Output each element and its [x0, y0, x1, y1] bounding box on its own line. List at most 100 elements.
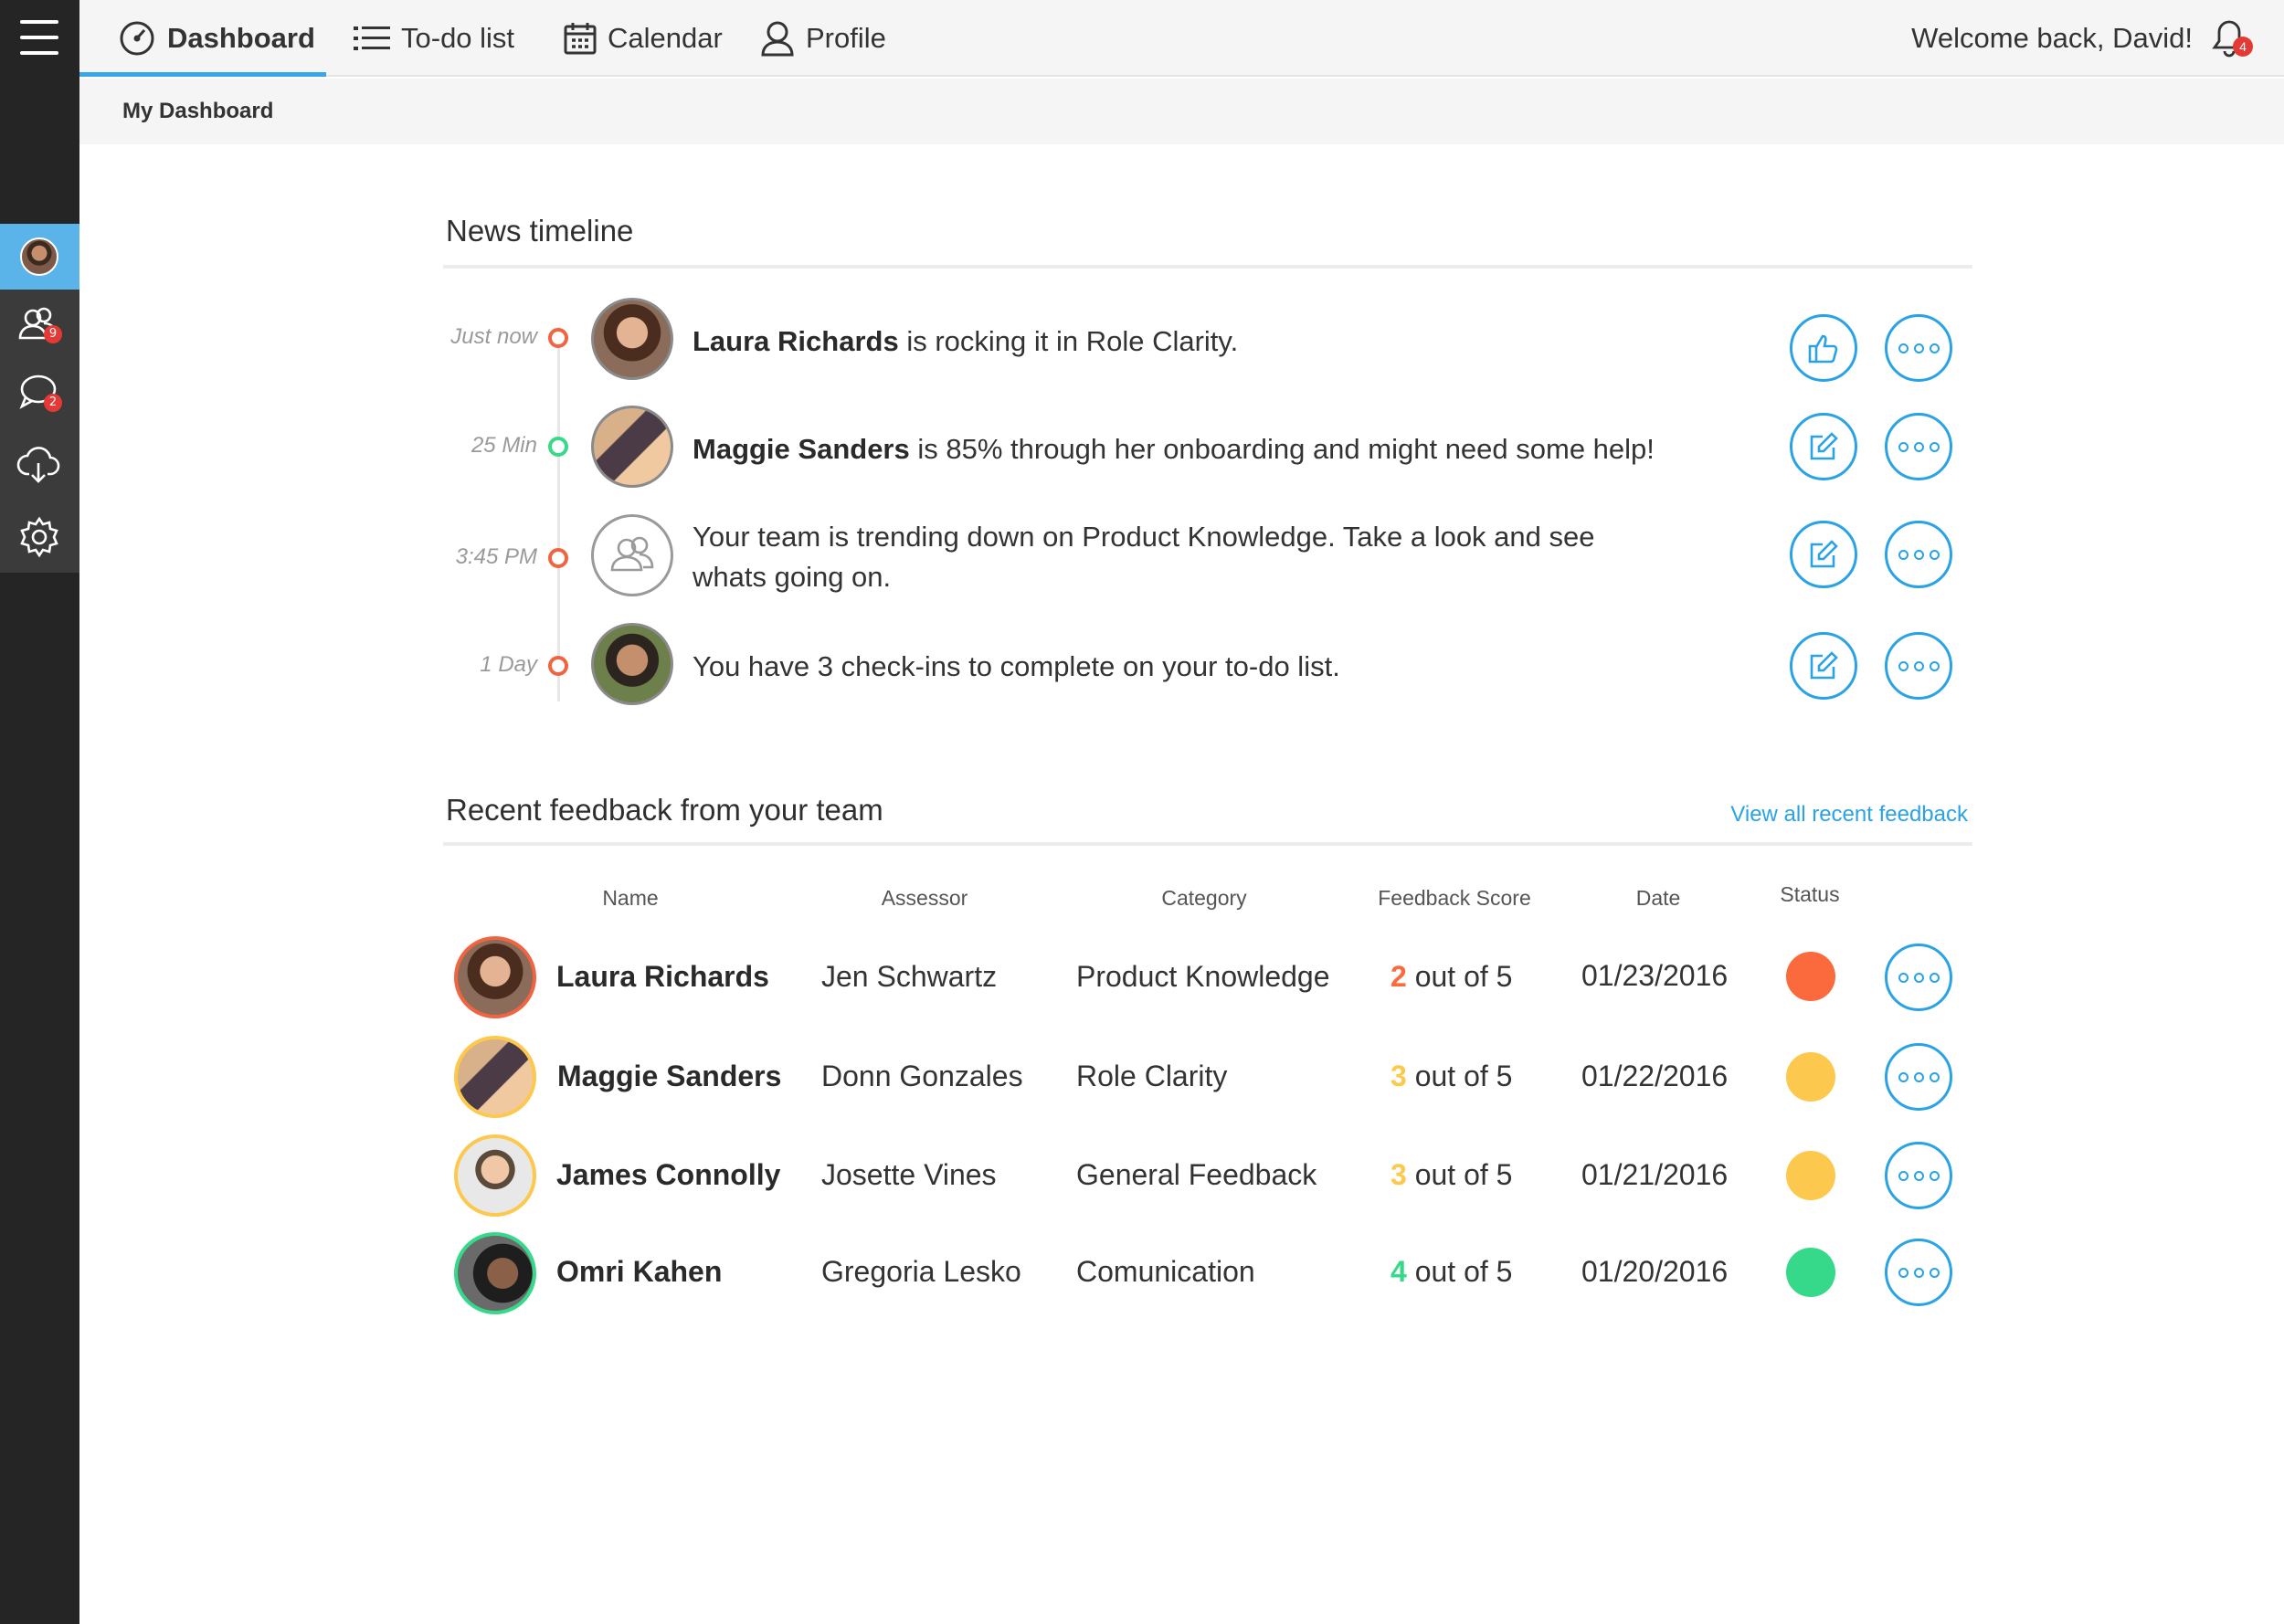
- row-date: 01/21/2016: [1581, 1158, 1729, 1191]
- avatar[interactable]: [591, 406, 673, 488]
- ellipsis-icon: [1898, 549, 1940, 560]
- more-button[interactable]: [1885, 944, 1952, 1011]
- column-header-category[interactable]: Category: [1113, 886, 1295, 911]
- tab-profile[interactable]: Profile: [760, 0, 886, 77]
- user-icon: [761, 21, 794, 57]
- person-name[interactable]: Maggie Sanders: [693, 433, 910, 465]
- timeline-time: 25 Min: [471, 433, 537, 458]
- score-value: 3: [1390, 1158, 1407, 1191]
- row-assessor: Josette Vines: [821, 1158, 997, 1191]
- row-date: 01/23/2016: [1581, 959, 1729, 992]
- avatar[interactable]: [454, 1036, 536, 1118]
- score-suffix: out of 5: [1414, 1158, 1513, 1191]
- message-text: is 85% through her onboarding and might …: [909, 433, 1655, 465]
- more-button[interactable]: [1885, 1142, 1952, 1209]
- row-score: 3 out of 5: [1390, 1158, 1512, 1192]
- column-header-score[interactable]: Feedback Score: [1336, 886, 1573, 911]
- ellipsis-icon: [1898, 1267, 1940, 1278]
- breadcrumb[interactable]: My Dashboard: [122, 79, 273, 144]
- status-indicator: [1786, 1151, 1835, 1200]
- tab-calendar[interactable]: Calendar: [564, 0, 723, 77]
- column-header-assessor[interactable]: Assessor: [833, 886, 1016, 911]
- speedometer-icon: [120, 21, 154, 56]
- row-score: 4 out of 5: [1390, 1255, 1512, 1289]
- status-indicator: [1786, 952, 1835, 1001]
- message-text: is rocking it in Role Clarity.: [898, 325, 1239, 357]
- tab-label: Calendar: [608, 22, 723, 54]
- status-indicator: [1786, 1052, 1835, 1102]
- score-suffix: out of 5: [1414, 1255, 1513, 1288]
- avatar[interactable]: [454, 1232, 536, 1314]
- tab-dashboard[interactable]: Dashboard: [118, 0, 315, 77]
- timeline-time: 1 Day: [480, 652, 537, 677]
- top-nav: Dashboard To-do list Calendar Profile We…: [79, 0, 2284, 77]
- timeline-message: Laura Richards is rocking it in Role Cla…: [693, 322, 1743, 362]
- tab-label: Profile: [806, 22, 886, 54]
- active-tab-indicator: [79, 72, 326, 77]
- column-header-status[interactable]: Status: [1718, 882, 1901, 907]
- row-category: General Feedback: [1076, 1158, 1317, 1191]
- row-category: Comunication: [1076, 1255, 1255, 1288]
- row-name[interactable]: James Connolly: [556, 1158, 780, 1192]
- like-button[interactable]: [1790, 314, 1857, 382]
- row-name[interactable]: Maggie Sanders: [557, 1060, 781, 1093]
- avatar[interactable]: [454, 936, 536, 1018]
- avatar[interactable]: [454, 1134, 536, 1217]
- team-badge: 9: [44, 325, 62, 343]
- calendar-icon: [564, 23, 597, 55]
- column-header-name[interactable]: Name: [539, 886, 722, 911]
- more-button[interactable]: [1885, 314, 1952, 382]
- sidebar-item-download[interactable]: [16, 443, 62, 489]
- timeline-message: Your team is trending down on Product Kn…: [693, 521, 1595, 593]
- view-all-feedback-link[interactable]: View all recent feedback: [1730, 802, 1968, 828]
- row-category: Role Clarity: [1076, 1060, 1228, 1092]
- sidebar-item-team[interactable]: 9: [16, 301, 62, 347]
- edit-button[interactable]: [1790, 632, 1857, 700]
- row-name[interactable]: Laura Richards: [556, 960, 769, 994]
- score-value: 3: [1390, 1060, 1407, 1092]
- menu-icon[interactable]: [20, 20, 58, 57]
- edit-button[interactable]: [1790, 521, 1857, 588]
- tab-todo[interactable]: To-do list: [354, 0, 514, 77]
- avatar: [20, 237, 58, 276]
- more-button[interactable]: [1885, 632, 1952, 700]
- row-assessor: Jen Schwartz: [821, 960, 998, 993]
- timeline-line: [557, 327, 560, 701]
- sidebar-item-messages[interactable]: 2: [16, 370, 62, 416]
- row-category: Product Knowledge: [1076, 960, 1330, 993]
- row-score: 3 out of 5: [1390, 1060, 1512, 1093]
- score-value: 2: [1390, 960, 1407, 993]
- row-name[interactable]: Omri Kahen: [556, 1255, 722, 1289]
- row-date: 01/22/2016: [1581, 1060, 1729, 1092]
- avatar[interactable]: [591, 623, 673, 705]
- list-icon: [354, 26, 390, 50]
- row-score: 2 out of 5: [1390, 960, 1512, 994]
- score-suffix: out of 5: [1414, 1060, 1513, 1092]
- ellipsis-icon: [1898, 1071, 1940, 1082]
- more-button[interactable]: [1885, 1239, 1952, 1306]
- ellipsis-icon: [1898, 1170, 1940, 1181]
- more-button[interactable]: [1885, 413, 1952, 480]
- edit-button[interactable]: [1790, 413, 1857, 480]
- avatar[interactable]: [591, 298, 673, 380]
- welcome-message: Welcome back, David!: [1911, 22, 2193, 54]
- row-assessor: Donn Gonzales: [821, 1060, 1023, 1092]
- tab-label: To-do list: [401, 22, 515, 54]
- timeline-time: 3:45 PM: [455, 544, 537, 569]
- sidebar-item-profile[interactable]: [0, 224, 79, 290]
- score-value: 4: [1390, 1255, 1407, 1288]
- edit-icon: [1810, 432, 1838, 460]
- sidebar-item-settings[interactable]: [16, 514, 62, 560]
- timeline-message: Maggie Sanders is 85% through her onboar…: [693, 429, 1789, 469]
- more-button[interactable]: [1885, 521, 1952, 588]
- row-assessor: Gregoria Lesko: [821, 1255, 1021, 1288]
- edit-icon: [1810, 651, 1838, 680]
- tab-label: Dashboard: [167, 22, 315, 54]
- divider: [443, 842, 1972, 846]
- timeline-message: You have 3 check-ins to complete on your…: [693, 650, 1340, 682]
- timeline-dot: [548, 656, 568, 676]
- more-button[interactable]: [1885, 1043, 1952, 1111]
- ellipsis-icon: [1898, 972, 1940, 983]
- person-name[interactable]: Laura Richards: [693, 325, 899, 357]
- timeline-time: Just now: [450, 324, 537, 349]
